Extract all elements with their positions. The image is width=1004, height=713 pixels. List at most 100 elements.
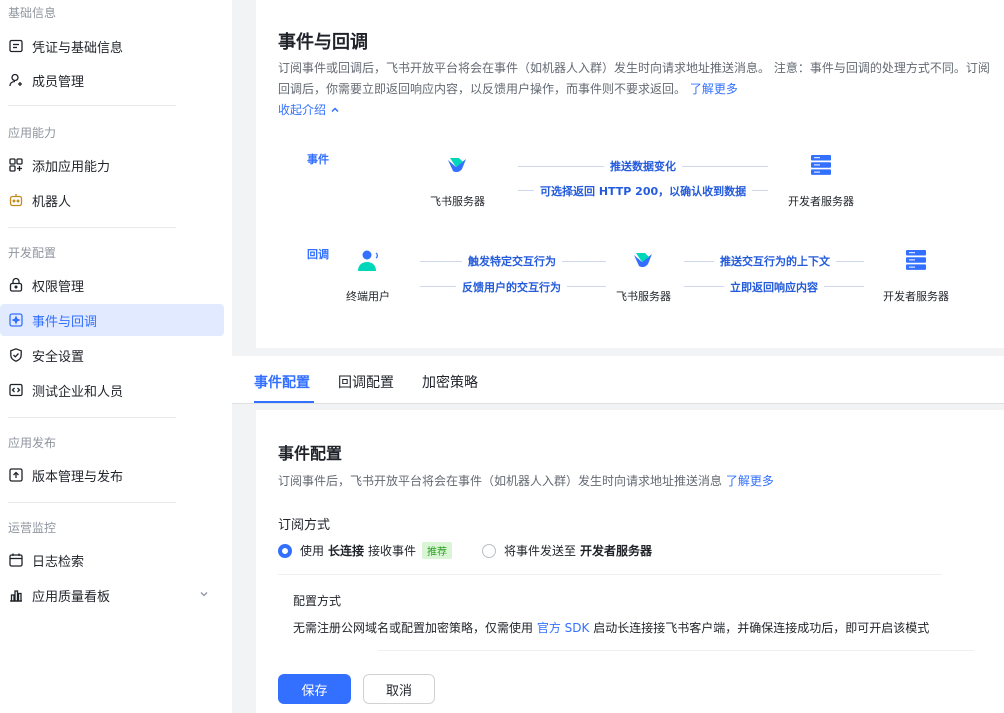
sidebar-item-label: 凭证与基础信息 [32, 40, 124, 56]
radio-unchecked[interactable] [482, 543, 496, 558]
shield-icon [8, 347, 24, 363]
group-title-release: 应用发布 [8, 436, 57, 450]
sidebar-item-label: 应用质量看板 [32, 589, 111, 605]
divider [8, 502, 176, 503]
event-icon [8, 312, 24, 328]
end-user-icon [358, 250, 378, 271]
sidebar-item-test-enterprise[interactable]: 测试企业和人员 [0, 374, 224, 406]
learn-more-link[interactable]: 了解更多 [726, 474, 774, 488]
divider [278, 574, 942, 575]
collapse-label: 收起介绍 [278, 103, 327, 117]
feedback-label: 反馈用户的交互行为 [456, 279, 567, 295]
sidebar: 基础信息 凭证与基础信息 成员管理 应用能力 添加应用能力 机器人 开发配置 权… [0, 0, 232, 713]
chevron-up-icon [331, 106, 339, 112]
config-tabs: 事件配置 回调配置 加密策略 [232, 356, 1004, 404]
credential-icon [8, 38, 24, 54]
config-mode-description: 无需注册公网域名或配置加密策略，仅需使用 官方 SDK 启动长连接接飞书客户端，… [293, 619, 929, 636]
option-text: 将事件发送至 [504, 544, 577, 558]
robot-icon [8, 192, 24, 208]
tab-callback-config[interactable]: 回调配置 [338, 372, 394, 392]
dev-server-label: 开发者服务器 [883, 290, 949, 303]
feishu-logo-icon [448, 158, 466, 173]
group-title-dev: 开发配置 [8, 246, 57, 260]
sidebar-item-credentials[interactable]: 凭证与基础信息 [0, 30, 224, 62]
page-title: 事件与回调 [278, 32, 368, 53]
diagram-callback-label: 回调 [307, 248, 329, 261]
intro-card: 事件与回调 订阅事件或回调后，飞书开放平台将会在事件（如机器人入群）发生时向请求… [256, 0, 1004, 348]
cancel-button[interactable]: 取消 [363, 674, 435, 704]
section-title: 事件配置 [278, 444, 343, 463]
feishu-server-label: 飞书服务器 [616, 290, 671, 303]
upload-icon [8, 467, 24, 483]
user-icon [8, 72, 24, 88]
diagram-event-label: 事件 [307, 153, 329, 166]
sidebar-item-events-callbacks[interactable]: 事件与回调 [0, 304, 224, 336]
server-icon [811, 155, 831, 175]
config-mode-title: 配置方式 [293, 594, 342, 608]
divider [8, 105, 176, 106]
group-title-ops: 运营监控 [8, 521, 57, 535]
return-now-label: 立即返回响应内容 [724, 279, 824, 295]
learn-more-link[interactable]: 了解更多 [690, 82, 738, 96]
group-title-basic: 基础信息 [8, 6, 57, 20]
intro-text: 订阅事件或回调后，飞书开放平台将会在事件（如机器人入群）发生时向请求地址推送消息… [278, 61, 990, 96]
lock-icon [8, 277, 24, 293]
event-config-panel: 事件配置 订阅事件后，飞书开放平台将会在事件（如机器人入群）发生时向请求地址推送… [256, 410, 1004, 713]
collapse-intro-button[interactable]: 收起介绍 [278, 101, 340, 118]
mode-text: 启动长连接接飞书客户端，并确保连接成功后，即可开启该模式 [593, 621, 930, 635]
sidebar-item-label: 事件与回调 [32, 314, 98, 330]
active-tab-indicator [254, 401, 314, 403]
option-text: 使用 [300, 544, 325, 558]
group-title-capability: 应用能力 [8, 126, 57, 140]
chart-icon [8, 587, 24, 603]
divider [378, 650, 974, 651]
dev-server-label: 开发者服务器 [788, 195, 854, 208]
apps-icon [8, 157, 24, 173]
sidebar-item-security[interactable]: 安全设置 [0, 339, 224, 371]
intro-description: 订阅事件或回调后，飞书开放平台将会在事件（如机器人入群）发生时向请求地址推送消息… [278, 58, 994, 100]
tab-encryption[interactable]: 加密策略 [422, 372, 478, 392]
end-user-label: 终端用户 [346, 290, 390, 303]
subscribe-mode-title: 订阅方式 [278, 518, 331, 533]
sidebar-item-label: 添加应用能力 [32, 159, 111, 175]
recommend-badge: 推荐 [422, 542, 453, 559]
section-description: 订阅事件后，飞书开放平台将会在事件（如机器人入群）发生时向请求地址推送消息 了解… [278, 472, 774, 489]
sidebar-item-log-search[interactable]: 日志检索 [0, 544, 224, 576]
sidebar-item-label: 测试企业和人员 [32, 384, 124, 400]
push-data-label: 推送数据变化 [604, 158, 682, 174]
divider [8, 417, 176, 418]
long-connection-option[interactable]: 使用 长连接 接收事件 推荐 [278, 542, 453, 559]
optional-return-label: 可选择返回 HTTP 200，以确认收到数据 [534, 183, 753, 199]
trigger-label: 触发特定交互行为 [462, 253, 562, 269]
sidebar-item-label: 版本管理与发布 [32, 469, 124, 485]
calendar-icon [8, 552, 24, 568]
option-text: 接收事件 [368, 544, 417, 558]
official-sdk-link[interactable]: 官方 SDK [537, 621, 590, 635]
chevron-down-icon[interactable] [198, 588, 210, 600]
sidebar-item-label: 日志检索 [32, 554, 85, 570]
sidebar-item-robot[interactable]: 机器人 [0, 184, 224, 216]
code-icon [8, 382, 24, 398]
option-strong-text: 开发者服务器 [580, 544, 653, 558]
feishu-server-label: 飞书服务器 [430, 195, 485, 208]
sidebar-item-permissions[interactable]: 权限管理 [0, 269, 224, 301]
sidebar-item-label: 权限管理 [32, 279, 85, 295]
radio-checked[interactable] [278, 543, 292, 558]
sidebar-item-members[interactable]: 成员管理 [0, 64, 224, 96]
option-strong-text: 长连接 [328, 544, 365, 558]
tab-event-config[interactable]: 事件配置 [254, 372, 310, 392]
sidebar-item-label: 安全设置 [32, 349, 85, 365]
sidebar-item-version-release[interactable]: 版本管理与发布 [0, 459, 224, 491]
sidebar-item-label: 成员管理 [32, 74, 85, 90]
feishu-logo-icon [634, 253, 652, 268]
sidebar-item-label: 机器人 [32, 194, 72, 210]
push-context-label: 推送交互行为的上下文 [714, 253, 836, 269]
save-button[interactable]: 保存 [278, 674, 351, 704]
sidebar-item-quality-board[interactable]: 应用质量看板 [0, 579, 224, 611]
mode-text: 无需注册公网域名或配置加密策略，仅需使用 [293, 621, 534, 635]
sidebar-item-add-capability[interactable]: 添加应用能力 [0, 149, 224, 181]
send-to-server-option[interactable]: 将事件发送至 开发者服务器 [482, 542, 656, 559]
server-icon [906, 250, 926, 270]
divider [8, 227, 176, 228]
section-text: 订阅事件后，飞书开放平台将会在事件（如机器人入群）发生时向请求地址推送消息 [278, 474, 723, 488]
